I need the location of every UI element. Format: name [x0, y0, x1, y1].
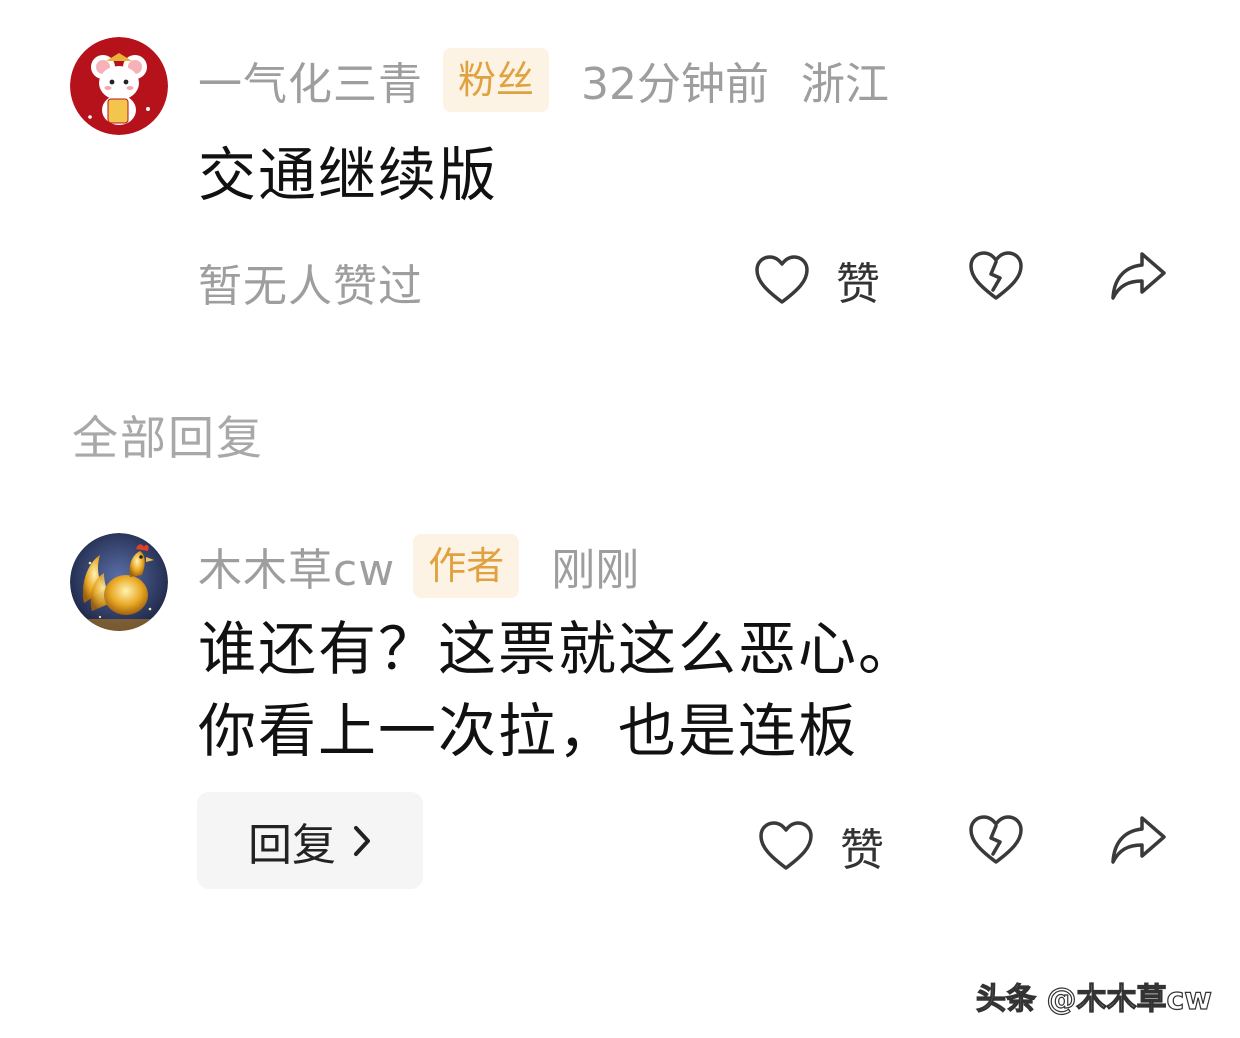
reply-share-button[interactable]	[1110, 814, 1168, 866]
reply-button[interactable]: 回复	[197, 792, 423, 889]
share-arrow-icon	[1111, 252, 1166, 300]
broken-heart-icon	[969, 815, 1023, 864]
chevron-right-icon	[354, 825, 370, 856]
author-badge: 作者	[413, 534, 520, 598]
share-button[interactable]	[1110, 250, 1168, 302]
reply-button-label: 回复	[248, 819, 336, 871]
reply-dislike-button[interactable]	[968, 814, 1024, 866]
broken-heart-icon	[969, 251, 1023, 300]
like-label: 赞	[836, 259, 880, 310]
share-arrow-icon	[1111, 816, 1166, 864]
reply-like-button[interactable]: 赞	[758, 814, 884, 878]
comment-header: 一气化三青 粉丝 32分钟前 浙江	[198, 48, 889, 112]
reply-like-label: 赞	[840, 825, 884, 876]
toutiao-watermark: 头条 @木木草cw	[975, 981, 1212, 1017]
comment-time: 32分钟前	[581, 59, 770, 110]
mouse-avatar-icon[interactable]	[70, 37, 168, 135]
likes-summary: 暂无人赞过	[198, 261, 423, 312]
fan-badge: 粉丝	[443, 48, 550, 112]
dislike-button[interactable]	[968, 250, 1024, 302]
reply-content-line1: 谁还有？这票就这么恶心。	[198, 615, 919, 683]
heart-icon	[755, 255, 809, 304]
comment-location: 浙江	[801, 59, 890, 110]
reply-content-line2: 你看上一次拉，也是连板	[198, 697, 859, 765]
reply-header: 木木草cw 作者 刚刚	[198, 534, 639, 598]
rooster-avatar-icon[interactable]	[70, 533, 168, 631]
reply-username[interactable]: 木木草cw	[198, 534, 395, 598]
like-button[interactable]: 赞	[754, 248, 880, 312]
reply-time: 刚刚	[551, 545, 640, 596]
comment-detail-page: 一气化三青 粉丝 32分钟前 浙江 交通继续版 暂无人赞过 赞 全部回复 木木草…	[0, 0, 1240, 1038]
comment-content: 交通继续版	[198, 141, 499, 209]
comment-username[interactable]: 一气化三青	[198, 48, 423, 112]
heart-icon	[759, 821, 813, 870]
all-replies-title: 全部回复	[72, 411, 264, 465]
